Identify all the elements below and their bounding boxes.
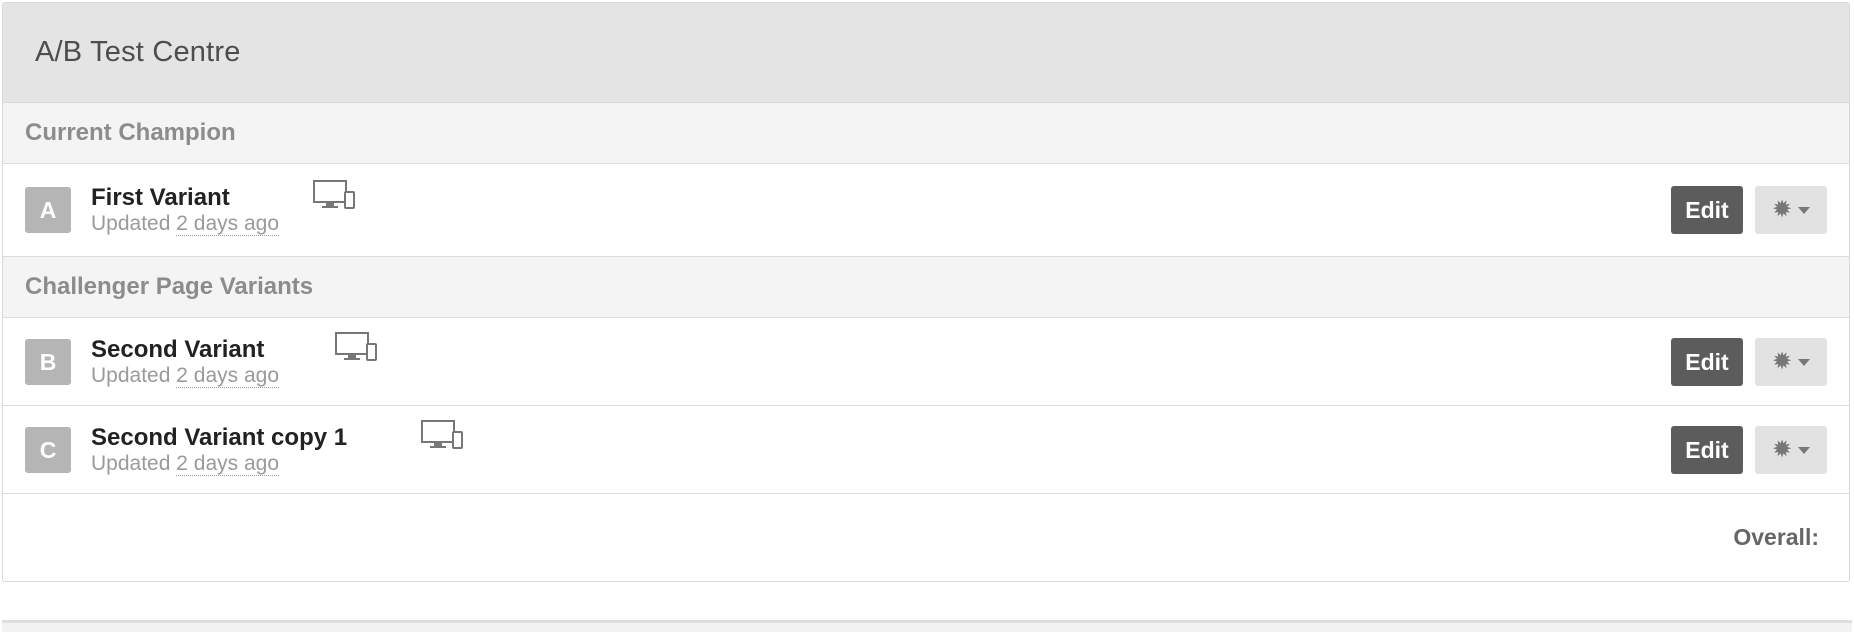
variant-letter-badge: C — [25, 427, 71, 473]
variant-name: Second Variant — [91, 336, 265, 363]
chevron-down-icon — [1798, 358, 1811, 366]
next-panel-edge — [2, 620, 1852, 632]
settings-dropdown-button[interactable]: ✹ — [1755, 338, 1827, 386]
chevron-down-icon — [1798, 206, 1811, 214]
settings-dropdown-button[interactable]: ✹ — [1755, 186, 1827, 234]
section-label: Challenger Page Variants — [25, 273, 314, 300]
ab-test-panel: A/B Test Centre Current Champion A First… — [2, 2, 1850, 582]
panel-header: A/B Test Centre — [3, 3, 1849, 103]
variant-name: Second Variant copy 1 — [91, 424, 348, 451]
desktop-mobile-icon — [313, 180, 355, 209]
overall-row: Overall: — [3, 494, 1849, 581]
updated-time[interactable]: 2 days ago — [176, 364, 279, 388]
desktop-mobile-icon — [421, 420, 463, 449]
edit-button[interactable]: Edit — [1671, 426, 1743, 474]
gear-icon: ✹ — [1771, 348, 1793, 375]
variant-updated: Updated 2 days ago — [91, 364, 279, 388]
chevron-down-icon — [1798, 446, 1811, 454]
variant-row-c: C Second Variant copy 1 Updated 2 days a… — [3, 406, 1849, 494]
updated-prefix: Updated — [91, 452, 171, 475]
gear-icon: ✹ — [1771, 436, 1793, 463]
section-label: Current Champion — [25, 119, 236, 146]
updated-time[interactable]: 2 days ago — [176, 212, 279, 236]
section-current-champion: Current Champion — [3, 103, 1849, 164]
updated-prefix: Updated — [91, 364, 171, 387]
variant-letter-badge: A — [25, 187, 71, 233]
gear-icon: ✹ — [1771, 196, 1793, 223]
updated-time[interactable]: 2 days ago — [176, 452, 279, 476]
variant-updated: Updated 2 days ago — [91, 212, 279, 236]
settings-dropdown-button[interactable]: ✹ — [1755, 426, 1827, 474]
updated-prefix: Updated — [91, 212, 171, 235]
variant-letter-badge: B — [25, 339, 71, 385]
desktop-mobile-icon — [335, 332, 377, 361]
variant-updated: Updated 2 days ago — [91, 452, 279, 476]
variant-name: First Variant — [91, 184, 230, 211]
edit-button[interactable]: Edit — [1671, 186, 1743, 234]
panel-title: A/B Test Centre — [35, 36, 241, 68]
variant-row-b: B Second Variant Updated 2 days ago Edit… — [3, 318, 1849, 406]
variant-row-a: A First Variant Updated 2 days ago Edit … — [3, 164, 1849, 257]
overall-label: Overall: — [1733, 524, 1819, 550]
section-challenger-variants: Challenger Page Variants — [3, 257, 1849, 318]
edit-button[interactable]: Edit — [1671, 338, 1743, 386]
